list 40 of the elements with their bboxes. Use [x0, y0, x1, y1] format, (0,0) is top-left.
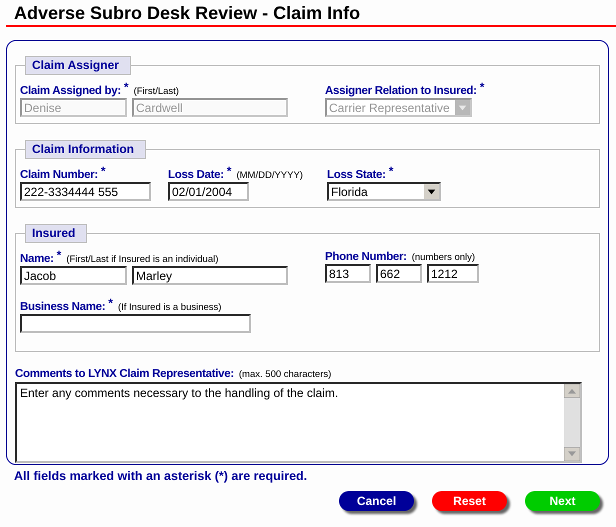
field-label: Phone Number: [325, 251, 407, 263]
field-label: Name: [20, 253, 54, 265]
section-legend: Claim Assigner [25, 56, 131, 75]
text-field[interactable]: 813 [325, 264, 371, 283]
required-asterisk: * [388, 164, 394, 178]
field-label: Claim Assigned by: [20, 85, 121, 97]
field-label: Loss Date: [168, 169, 224, 181]
field-hint: (numbers only) [412, 252, 476, 263]
form-button[interactable]: Cancel [339, 491, 414, 511]
text-field[interactable]: 02/01/2004 [168, 182, 249, 201]
required-asterisk: * [480, 80, 484, 94]
required-asterisk: * [108, 296, 113, 310]
field-hint: (MM/DD/YYYY) [236, 170, 303, 181]
form-button[interactable]: Reset [432, 491, 507, 511]
field-hint: (First/Last if Insured is an individual) [66, 254, 218, 265]
required-asterisk: * [56, 248, 62, 262]
field-hint: (max. 500 characters) [238, 369, 332, 380]
required-asterisk: * [124, 80, 129, 94]
text-field[interactable]: 1212 [427, 264, 479, 283]
section-legend: Claim Information [25, 140, 146, 159]
field-hint: (If Insured is a business) [118, 302, 222, 313]
field-label: Business Name: [20, 301, 106, 313]
scrollbar[interactable] [564, 384, 580, 461]
dropdown[interactable]: Florida [327, 182, 441, 201]
field-label: Claim Number: [20, 169, 98, 181]
required-asterisk: * [226, 164, 232, 178]
text-field[interactable]: Marley [132, 266, 288, 285]
required-note: All fields marked with an asterisk (*) are required. [14, 469, 308, 483]
section-legend: Insured [25, 224, 88, 243]
field-label: Loss State: [327, 169, 386, 181]
comments-field[interactable]: Enter any comments necessary to the handling of the claim. [15, 382, 582, 463]
text-field[interactable]: 662 [376, 264, 422, 283]
text-field[interactable] [20, 314, 251, 333]
field-label: Assigner Relation to Insured: [325, 85, 477, 97]
field-label: Comments to LYNX Claim Representative: [15, 368, 234, 380]
page-title: Adverse Subro Desk Review - Claim Info [13, 2, 362, 25]
text-field[interactable]: 222-3334444 555 [20, 182, 151, 201]
text-field[interactable]: Jacob [20, 266, 127, 285]
field-hint: (First/Last) [134, 86, 179, 97]
required-asterisk: * [100, 164, 106, 178]
